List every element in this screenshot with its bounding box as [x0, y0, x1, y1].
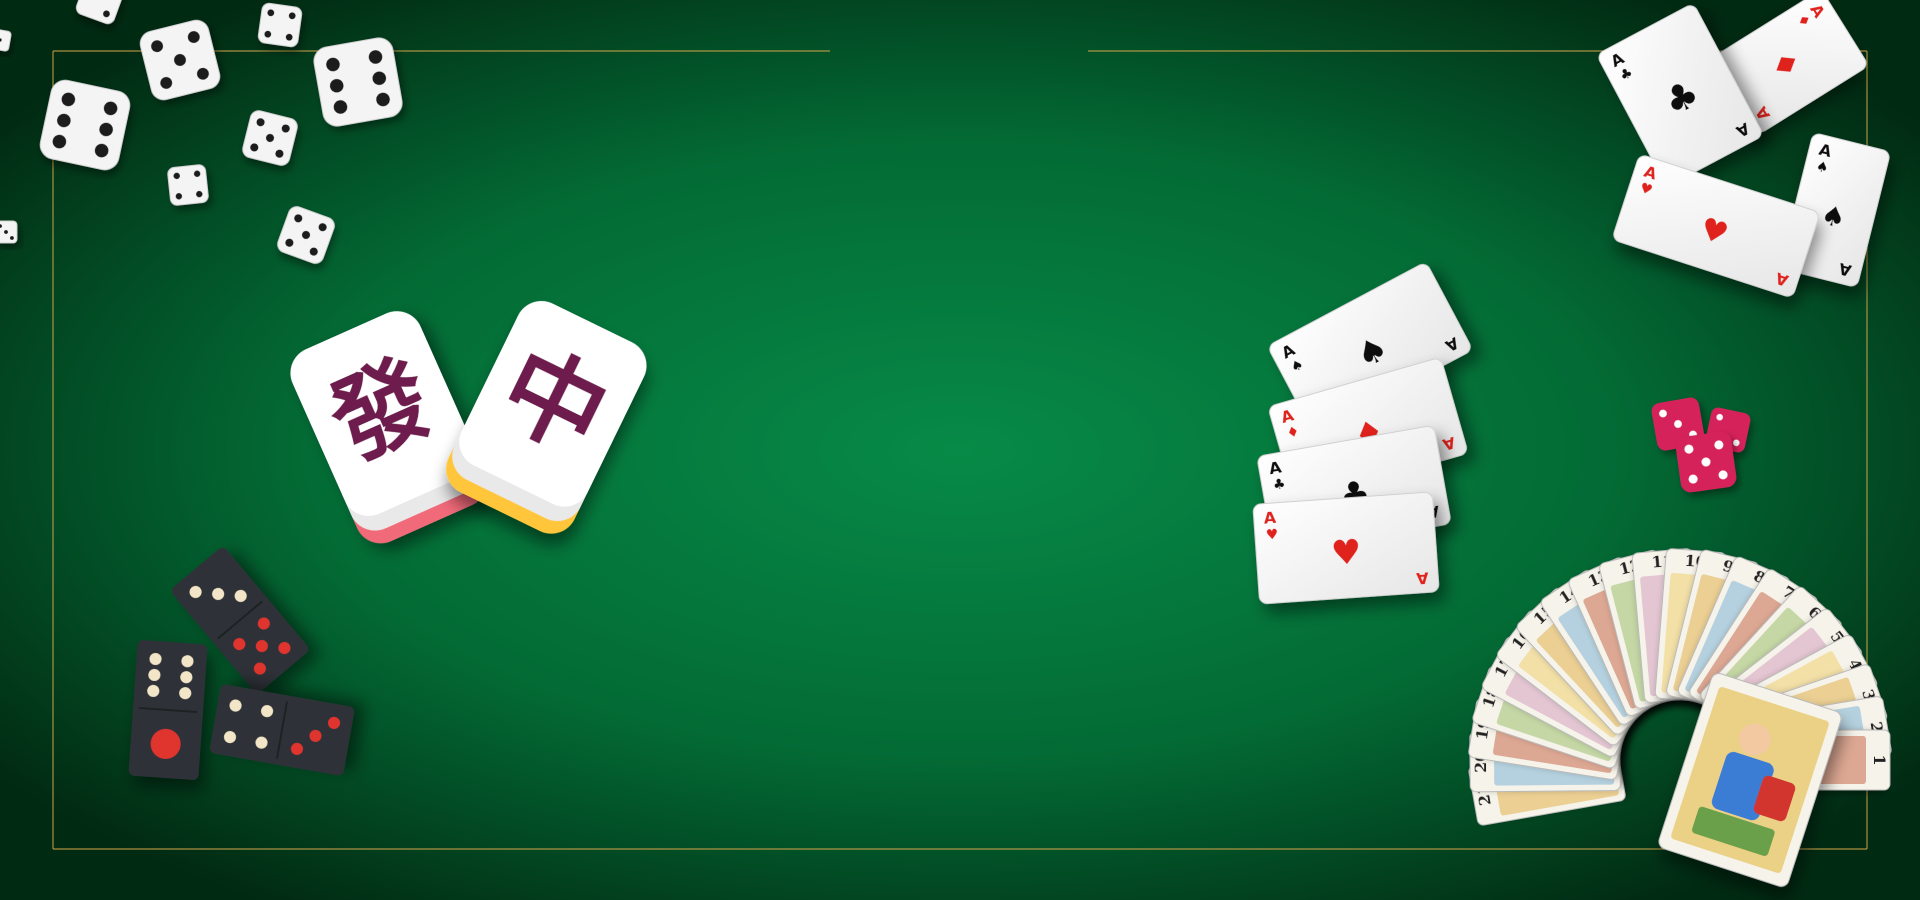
white-die: [313, 37, 403, 127]
white-die: [39, 79, 131, 171]
white-die: [167, 164, 209, 206]
tarot-number: 1: [1870, 754, 1889, 765]
domino: [128, 640, 208, 780]
white-die: [0, 220, 18, 244]
red-die: [1675, 431, 1737, 493]
card-corner-suit: ♥: [1265, 527, 1279, 544]
card-rank: A: [1415, 568, 1429, 588]
playing-card: A♥♥A: [1252, 491, 1440, 605]
card-center-suit: ♥: [1330, 532, 1363, 574]
white-die: [257, 2, 303, 48]
casino-felt-scene: 發 中 A♠♠AA♦♦AA♣♣AA♥♥A A♦♦AA♣♣AA♠♠AA♥♥A 21…: [0, 0, 1920, 900]
card-rank: A: [1263, 508, 1277, 528]
